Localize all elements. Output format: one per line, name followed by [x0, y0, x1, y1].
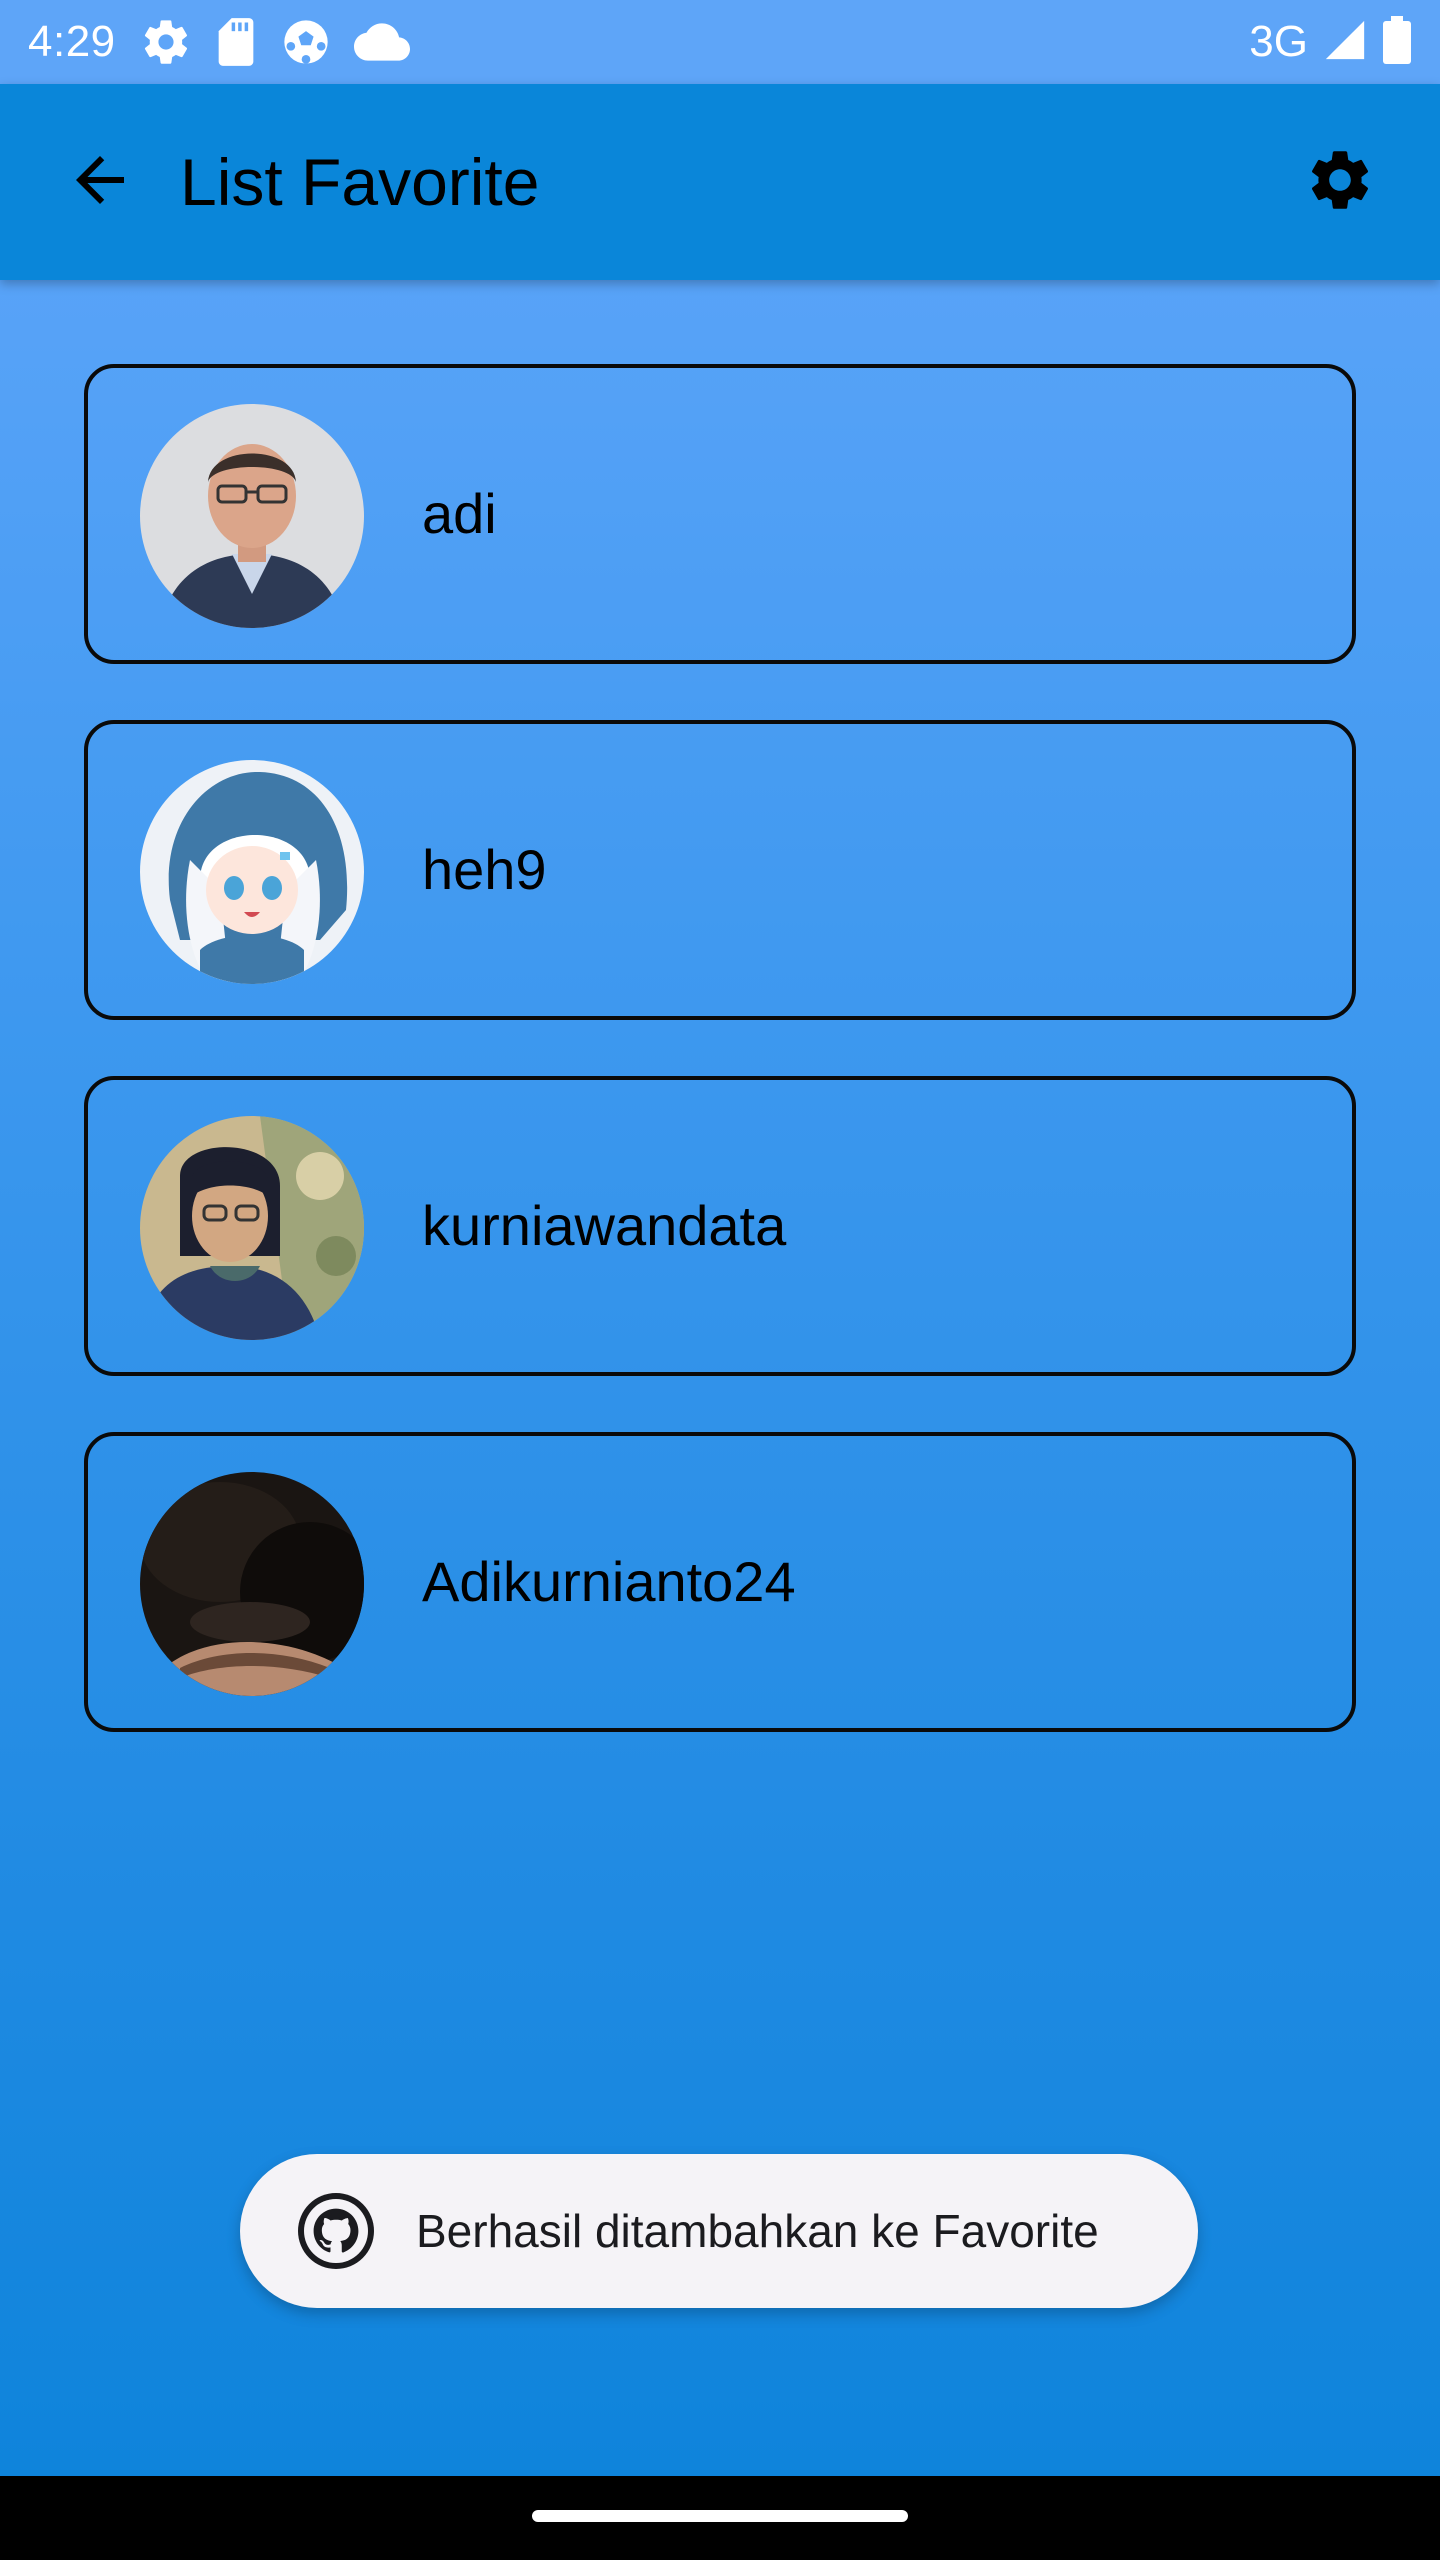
navigation-bar [0, 2476, 1440, 2560]
username: adi [422, 482, 497, 545]
avatar [140, 1116, 364, 1340]
status-bar: 4:29 3G [0, 0, 1440, 84]
status-time: 4:29 [28, 17, 116, 66]
page-title: List Favorite [180, 145, 540, 219]
signal-icon [1322, 17, 1368, 68]
app-bar: List Favorite [0, 84, 1440, 280]
username: kurniawandata [422, 1194, 787, 1257]
status-notification-icons [140, 16, 410, 68]
sd-card-icon [214, 16, 258, 68]
list-item[interactable]: heh9 [84, 720, 1356, 1020]
soccer-ball-icon [280, 16, 332, 68]
github-icon [296, 2191, 376, 2271]
avatar [140, 760, 364, 984]
avatar [140, 404, 364, 628]
settings-gear-icon [140, 16, 192, 68]
list-item[interactable]: kurniawandata [84, 1076, 1356, 1376]
avatar [140, 1472, 364, 1696]
gear-icon [1304, 144, 1376, 221]
cloud-icon [354, 20, 410, 64]
status-system-icons: 3G [1249, 12, 1412, 72]
username: Adikurnianto24 [422, 1550, 796, 1613]
back-button[interactable] [52, 134, 148, 230]
home-gesture-handle[interactable] [532, 2510, 908, 2522]
favorite-list: adi heh9 kurniawandata Adikurnianto24 [84, 364, 1356, 1788]
username: heh9 [422, 838, 547, 901]
toast-message: Berhasil ditambahkan ke Favorite [240, 2154, 1198, 2308]
list-item[interactable]: Adikurnianto24 [84, 1432, 1356, 1732]
settings-button[interactable] [1292, 134, 1388, 230]
network-type: 3G [1249, 17, 1308, 66]
arrow-back-icon [64, 144, 136, 221]
toast-text: Berhasil ditambahkan ke Favorite [416, 2205, 1099, 2257]
battery-icon [1382, 15, 1412, 69]
list-item[interactable]: adi [84, 364, 1356, 664]
